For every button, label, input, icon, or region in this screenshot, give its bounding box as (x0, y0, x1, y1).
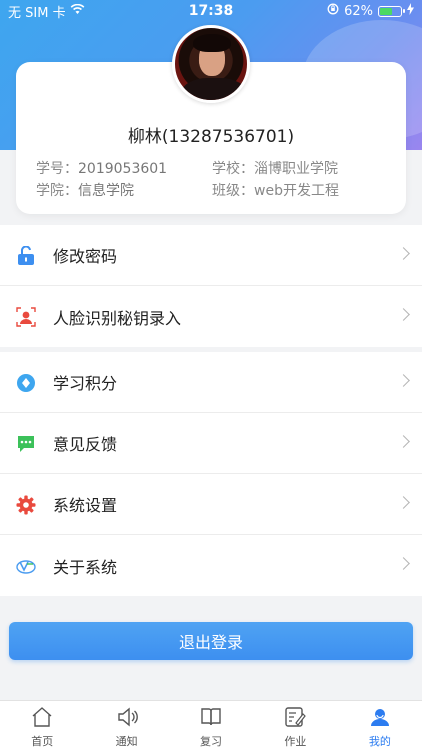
class-row: 班级：web开发工程 (212, 180, 339, 200)
tab-home[interactable]: 首页 (0, 701, 84, 750)
menu-label-face-key: 人脸识别秘钥录入 (53, 308, 182, 328)
book-icon (200, 706, 222, 731)
home-icon (31, 706, 53, 731)
chevron-right-icon (397, 374, 410, 387)
about-logo-icon (16, 556, 36, 576)
chevron-right-icon (397, 496, 410, 509)
menu-label-system-settings: 系统设置 (53, 496, 118, 515)
avatar[interactable] (172, 25, 250, 103)
tab-label-mine: 我的 (368, 735, 391, 748)
school-label: 学校： (212, 161, 254, 177)
college-label: 学院： (36, 183, 78, 199)
menu-label-change-password: 修改密码 (53, 247, 118, 266)
profile-name: 柳林(13287536701) (127, 127, 295, 147)
tab-label-home: 首页 (31, 735, 54, 748)
tab-bar: 首页 通知 复习 作业 我的 (0, 700, 422, 750)
menu-label-feedback: 意见反馈 (53, 435, 118, 454)
menu-item-face-key[interactable]: 人脸识别秘钥录入 (0, 286, 422, 347)
chevron-right-icon (397, 435, 410, 448)
speaker-icon (116, 706, 138, 731)
school-row: 学校：淄博职业学院 (212, 158, 338, 178)
user-icon (369, 706, 391, 731)
avatar-body (181, 78, 247, 100)
school-value: 淄博职业学院 (254, 161, 338, 177)
college-row: 学院：信息学院 (36, 180, 134, 200)
status-right: 62% (264, 3, 414, 19)
status-left: 无 SIM 卡 (8, 2, 158, 21)
chevron-right-icon (397, 557, 410, 570)
wifi-icon (70, 3, 85, 19)
class-value: web开发工程 (254, 183, 339, 199)
student-id-label: 学号： (36, 161, 78, 177)
menu-item-system-settings[interactable]: 系统设置 (0, 474, 422, 535)
chevron-right-icon (397, 247, 410, 260)
tab-label-homework: 作业 (284, 735, 307, 748)
class-label: 班级： (212, 183, 254, 199)
menu-group-account: 修改密码 人脸识别秘钥录入 (0, 225, 422, 347)
logout-button[interactable]: 退出登录 (9, 622, 413, 660)
menu-group-general: 学习积分 意见反馈 系统设置 关于系统 (0, 352, 422, 596)
menu-item-study-points[interactable]: 学习积分 (0, 352, 422, 413)
points-icon (16, 373, 36, 393)
menu-item-change-password[interactable]: 修改密码 (0, 225, 422, 286)
student-id-value: 2019053601 (78, 161, 168, 177)
menu-item-about[interactable]: 关于系统 (0, 535, 422, 596)
battery-percent: 62% (344, 3, 373, 19)
student-id-row: 学号：2019053601 (36, 158, 167, 178)
tab-review[interactable]: 复习 (169, 701, 253, 750)
chevron-right-icon (397, 308, 410, 321)
edit-icon (284, 706, 307, 731)
menu-label-about: 关于系统 (53, 557, 118, 577)
tab-mine[interactable]: 我的 (338, 701, 422, 750)
face-id-icon (16, 307, 36, 327)
tab-homework[interactable]: 作业 (253, 701, 337, 750)
tab-notice[interactable]: 通知 (84, 701, 168, 750)
avatar-hair (193, 34, 231, 52)
tab-label-review: 复习 (200, 735, 223, 748)
menu-label-study-points: 学习积分 (53, 374, 118, 393)
unlock-icon (16, 246, 36, 266)
feedback-icon (16, 434, 36, 454)
battery-icon (378, 5, 405, 17)
gear-icon (16, 495, 36, 515)
status-bar: 无 SIM 卡 17:38 62% (0, 0, 422, 22)
charging-icon (407, 3, 414, 19)
menu-item-feedback[interactable]: 意见反馈 (0, 413, 422, 474)
college-value: 信息学院 (78, 183, 134, 199)
battery-fill (380, 7, 393, 15)
rotation-lock-icon (327, 3, 339, 19)
carrier-label: 无 SIM 卡 (8, 5, 66, 21)
tab-label-notice: 通知 (115, 735, 138, 748)
status-time: 17:38 (188, 3, 234, 19)
